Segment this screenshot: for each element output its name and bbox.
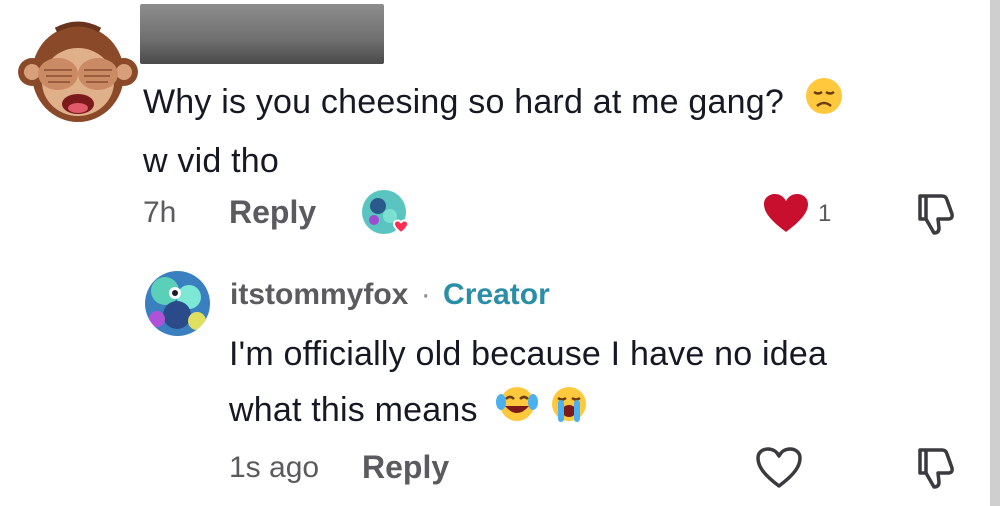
thumbs-down-icon <box>918 448 954 489</box>
face-with-tears-of-joy-emoji <box>495 384 539 441</box>
comment-timestamp: 7h <box>143 196 177 229</box>
redacted-username <box>140 4 384 64</box>
reply-author-name[interactable]: itstommyfox <box>230 278 408 311</box>
reply-text: I'm officially old because I have no ide… <box>229 326 827 441</box>
reply-author-avatar[interactable] <box>145 271 210 336</box>
reply-author-line: itstommyfox · Creator <box>230 278 550 312</box>
see-no-evil-monkey-icon <box>18 16 138 128</box>
thumbs-down-icon <box>918 194 954 235</box>
comment-text: Why is you cheesing so hard at me gang? … <box>143 74 844 189</box>
reply-line-1: I'm officially old because I have no ide… <box>229 335 828 373</box>
fox-character-avatar-icon <box>145 271 210 336</box>
creator-badge: Creator <box>443 278 550 311</box>
comment-reply-button[interactable]: Reply <box>229 194 316 231</box>
reply-timestamp: 1s ago <box>229 451 320 484</box>
reply-reply-button[interactable]: Reply <box>362 449 449 486</box>
disappointed-face-emoji <box>804 76 844 133</box>
comment-like-count: 1 <box>818 200 832 227</box>
comment-line-1: Why is you cheesing so hard at me gang? <box>143 83 784 121</box>
creator-liked-indicator <box>360 188 416 238</box>
separator-dot: · <box>420 278 431 311</box>
reply-dislike-button[interactable] <box>912 446 958 490</box>
comment-dislike-button[interactable] <box>912 192 958 236</box>
reply-like-button[interactable] <box>755 446 803 490</box>
commenter-avatar[interactable] <box>18 16 138 128</box>
comment-like-button[interactable] <box>762 192 810 236</box>
creator-liked-avatar-icon <box>362 190 410 235</box>
reply-line-2: what this means <box>229 391 478 429</box>
heart-outline-icon <box>756 447 802 488</box>
heart-filled-icon <box>764 194 808 232</box>
screen-edge <box>990 0 1000 506</box>
loudly-crying-face-emoji <box>549 384 589 441</box>
comment-line-2: w vid tho <box>143 141 279 180</box>
